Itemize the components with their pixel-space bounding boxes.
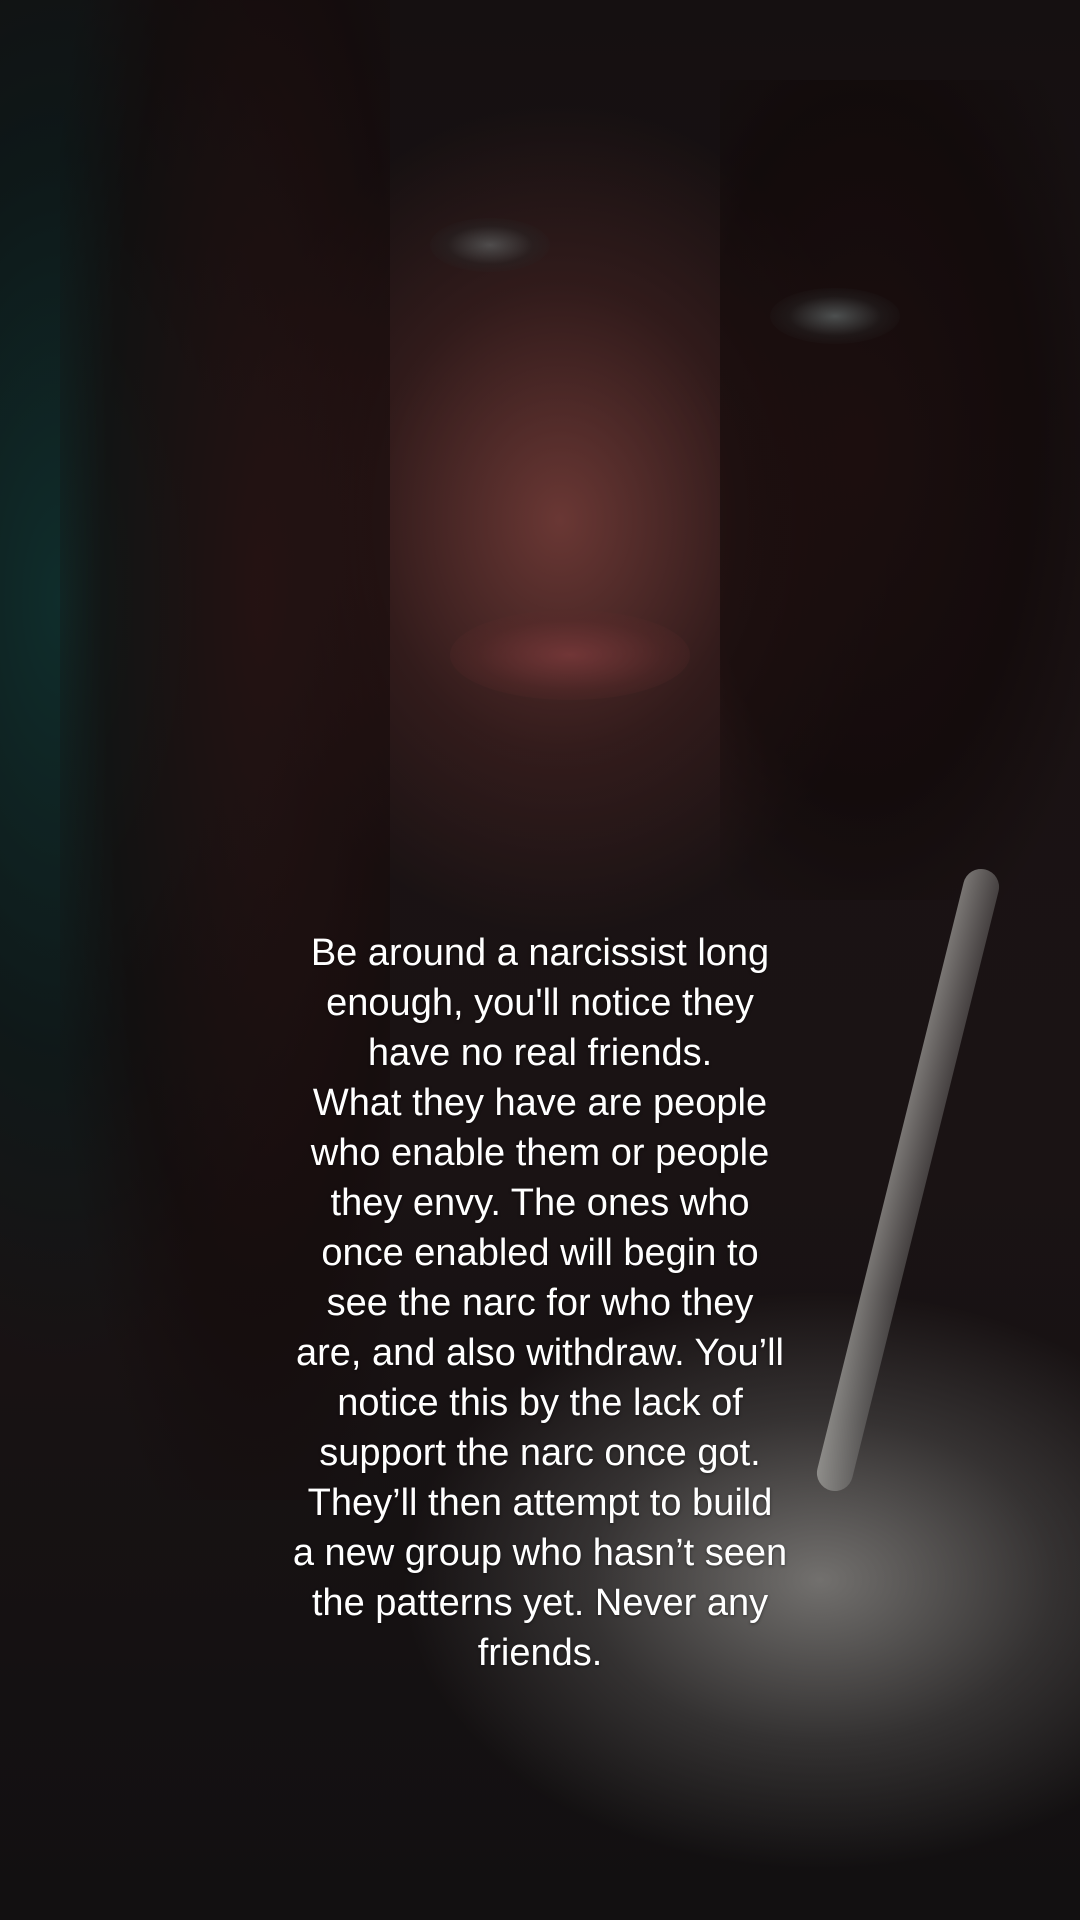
background-photo-hair-right — [720, 80, 1080, 900]
background-photo-eye-left — [430, 218, 550, 272]
background-photo-lips — [450, 610, 690, 700]
overlay-caption: Be around a narcissist long enough, you'… — [292, 932, 788, 1674]
background-photo-eye-right — [770, 288, 900, 344]
video-frame: Be around a narcissist long enough, you'… — [0, 0, 1080, 1920]
